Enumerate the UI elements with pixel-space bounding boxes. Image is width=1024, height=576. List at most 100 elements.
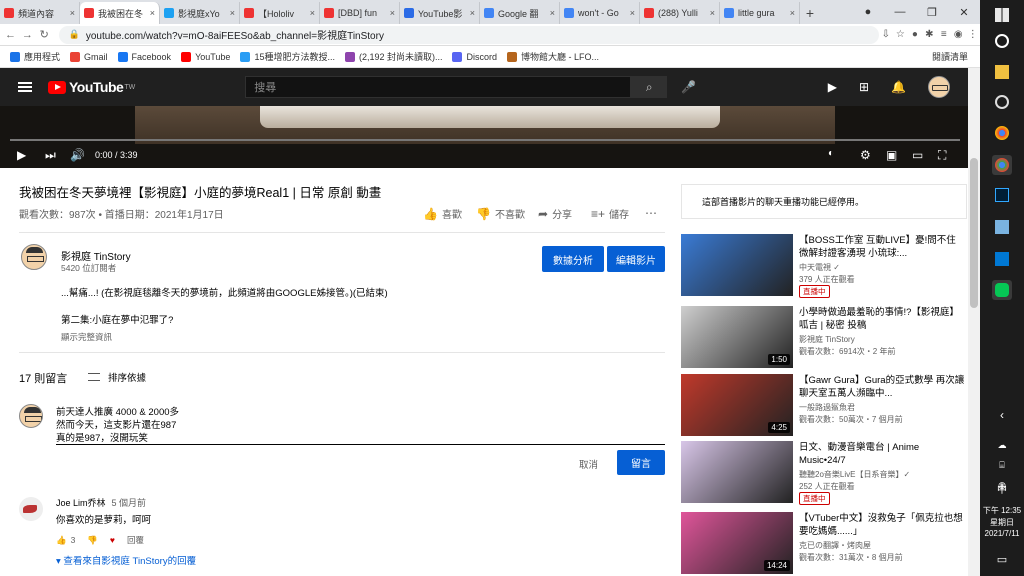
volume-icon[interactable]: 🔊 [70,148,85,162]
tray-chevron-icon[interactable]: ‹ [980,408,1024,422]
puzzle-icon[interactable]: ✱ [922,29,936,40]
channel-name[interactable]: 影視庭 TinStory [61,248,131,263]
related-video-title[interactable]: 小學時做過最羞恥的事情!?【影視庭】 呱吉 | 秘密 投稿 [799,306,967,332]
browser-tab[interactable]: little gura × [720,2,800,24]
edit-video-button[interactable]: 編輯影片 [607,246,665,272]
tab-close-icon[interactable]: × [708,8,715,18]
ime-indicator[interactable]: 中 [980,481,1024,496]
bookmark-item[interactable]: Gmail [70,51,108,62]
submit-comment-button[interactable]: 留言 [617,450,665,475]
comment-author-name[interactable]: Joe Lim乔林 [56,498,106,508]
clock-time[interactable]: 下午 12:35 [980,505,1024,516]
media-icon[interactable]: ≡ [937,29,951,40]
related-video-item[interactable]: 【BOSS工作室 互動LIVE】憂!問不住 微解封證客湧現 小琉球:... 中天電… [681,234,967,298]
more-actions-button[interactable]: ⋯ [645,206,661,220]
browser-tab[interactable]: 影視庭xYo × [160,2,240,24]
network-icon[interactable]: ⌸ [980,460,1024,471]
video-player[interactable] [0,106,968,168]
extension-icon[interactable]: ● [908,29,922,40]
comment-draft-line[interactable]: 然而今天，這支影片還在987 [56,417,176,431]
search-icon[interactable] [995,34,1009,48]
chrome-icon[interactable] [995,126,1009,140]
chrome-icon[interactable] [995,158,1009,172]
bookmark-item[interactable]: YouTube [181,51,230,62]
tab-close-icon[interactable]: × [628,8,635,18]
related-video-item[interactable]: 4:25 【Gawr Gura】Gura的亞式數學 再次讓聊天室五萬人瀕臨中...… [681,374,967,436]
comment-draft-line[interactable]: 真的是987，沒開玩笑 [56,430,148,444]
related-video-channel[interactable]: 影視庭 TinStory [799,334,855,345]
menu-icon[interactable]: ⋮ [966,29,980,40]
browser-tab[interactable]: (288) Yulli × [640,2,720,24]
show-more-link[interactable]: 顯示完整資訊 [61,331,112,343]
creator-heart-icon[interactable]: ♥ [110,535,115,545]
browser-tab[interactable]: 【Hololiv × [240,2,320,24]
windows-start-icon[interactable] [995,8,1009,22]
search-button[interactable]: ⌕ [631,76,668,98]
reload-icon[interactable]: ↻ [38,28,51,41]
related-video-title[interactable]: 日文、動漫音樂電台 | Anime Music•24/7 [799,441,967,467]
reply-button[interactable]: 回覆 [127,534,144,546]
settings-gear-icon[interactable]: ⚙ [860,148,871,162]
tab-close-icon[interactable]: × [68,8,75,18]
bookmark-item[interactable]: 15種增肥方法教授... [240,50,335,63]
new-tab-icon[interactable]: + [800,2,820,24]
search-input[interactable]: 搜尋 [245,76,632,98]
app-icon[interactable] [995,95,1009,109]
share-button[interactable]: ➦ 分享 [538,206,572,222]
browser-tab[interactable]: Google 翻 × [480,2,560,24]
profile-dot-icon[interactable]: ● [852,6,884,18]
browser-tab[interactable]: [DBD] fun × [320,2,400,24]
tab-close-icon[interactable]: × [548,8,555,18]
line-icon[interactable] [995,283,1009,297]
clock-date[interactable]: 2021/7/11 [980,529,1024,538]
bookmark-item[interactable]: Discord [452,51,497,62]
scrollbar-thumb[interactable] [970,158,978,308]
download-icon[interactable]: ⇩ [879,29,893,40]
video-thumbnail[interactable]: 14:24 [681,512,793,574]
tab-close-icon[interactable]: × [308,8,315,18]
sort-button[interactable]: 排序依據 [88,370,146,384]
minimize-icon[interactable]: — [884,6,916,18]
video-thumbnail[interactable]: 4:25 [681,374,793,436]
browser-tab[interactable]: 我被困在冬 × [80,2,160,24]
related-video-item[interactable]: 日文、動漫音樂電台 | Anime Music•24/7 聽聽2o音樂LivE【日… [681,441,967,505]
browser-tab[interactable]: YouTube影 × [400,2,480,24]
analytics-button[interactable]: 數據分析 [542,246,604,272]
next-icon[interactable]: ⏭ [45,148,56,163]
bookmark-item[interactable]: (2,192 封尚未讀取)... [344,50,442,63]
fullscreen-icon[interactable]: ⛶ [938,148,946,163]
notifications-bell-icon[interactable]: 🔔 [891,80,906,94]
theater-mode-icon[interactable]: ▭ [912,148,923,162]
view-replies-link[interactable]: ▾ 查看來自影視庭 TinStory的回覆 [56,553,196,567]
like-button[interactable]: 👍 喜歡 [423,206,462,222]
browser-tab[interactable]: won't - Go × [560,2,640,24]
comment-like-icon[interactable]: 👍 [56,535,67,546]
dislike-button[interactable]: 👎 不喜歡 [476,206,525,222]
related-video-title[interactable]: 【VTuber中文】沒救兔子「佩克拉也想要吃媽媽......」 [799,512,967,538]
close-window-icon[interactable]: ✕ [948,6,980,19]
maximize-icon[interactable]: ❐ [916,6,948,19]
play-icon[interactable]: ▶ [17,148,26,162]
comment-dislike-icon[interactable]: 👎 [87,535,98,546]
commenter-avatar[interactable] [19,497,43,521]
autoplay-toggle[interactable]: ◐ [828,148,834,159]
progress-bar[interactable] [10,139,960,141]
youtube-logo[interactable]: YouTube TW [48,79,135,95]
tab-close-icon[interactable]: × [148,8,155,18]
apps-icon[interactable]: ⊞ [859,80,869,94]
comment-author[interactable]: Joe Lim乔林 5 個月前 [56,496,146,509]
tab-close-icon[interactable]: × [788,8,795,18]
tab-close-icon[interactable]: × [468,8,475,18]
scrollbar[interactable] [968,68,980,576]
bookmark-item[interactable]: Facebook [117,51,171,62]
create-video-icon[interactable]: ▶ [828,80,837,94]
related-video-title[interactable]: 【Gawr Gura】Gura的亞式數學 再次讓聊天室五萬人瀕臨中... [799,374,967,400]
url-field[interactable]: 🔒 youtube.com/watch?v=mO-8aiFEESo&ab_chan… [58,25,879,44]
file-explorer-icon[interactable] [995,65,1009,79]
related-video-channel[interactable]: 中天電視 ✓ [799,262,840,273]
cloud-icon[interactable]: ☁ [980,440,1024,451]
related-video-channel[interactable]: 一般路過鯊魚君 [799,402,855,413]
comment-draft-line[interactable]: 前天達人推廣 4000 & 2000多 [56,404,179,418]
app-icon[interactable] [995,220,1009,234]
related-video-channel[interactable]: 克已の翻譯・烤肉屋 [799,540,871,551]
